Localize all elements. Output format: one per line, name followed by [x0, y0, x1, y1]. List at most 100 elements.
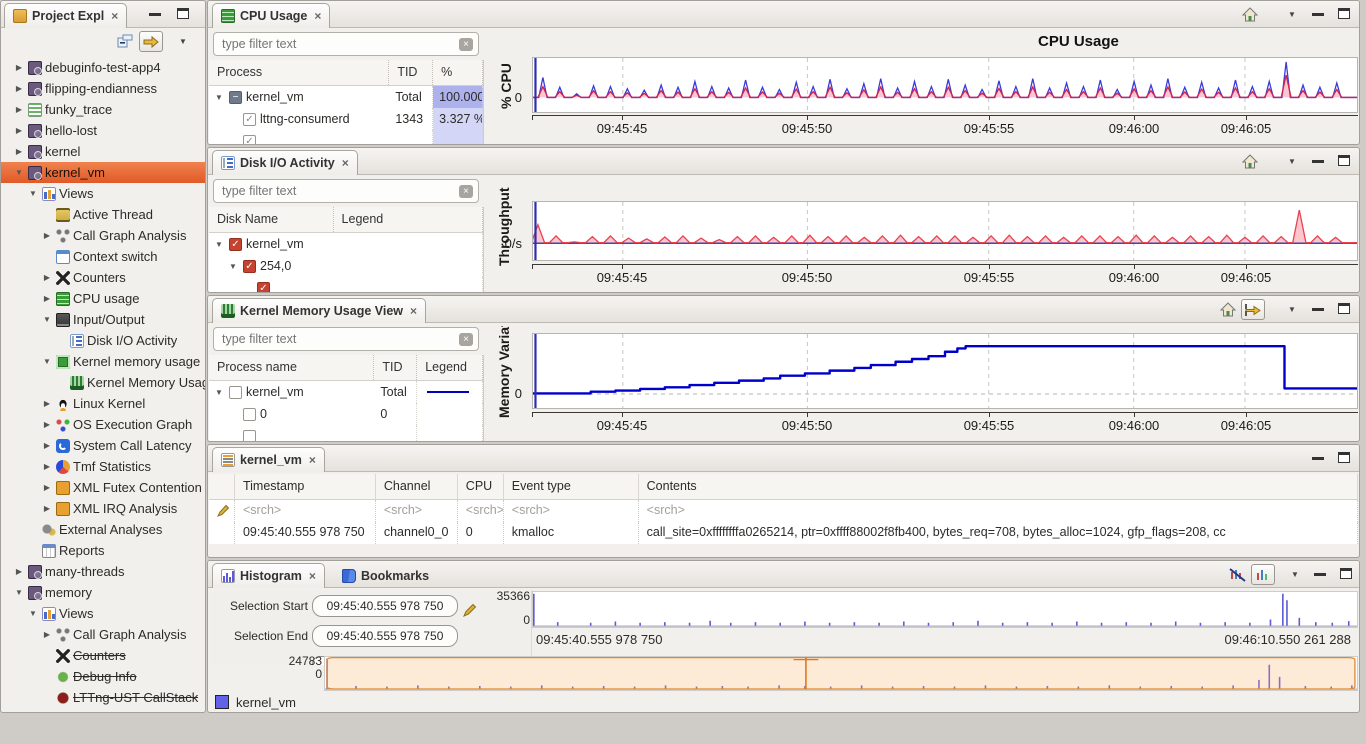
- align-views-icon[interactable]: [1241, 299, 1265, 320]
- maximize-icon[interactable]: [1338, 452, 1350, 463]
- checkbox[interactable]: ✓: [243, 113, 256, 126]
- cpu-usage-chart[interactable]: [532, 57, 1358, 113]
- expander-icon[interactable]: ▼: [13, 588, 25, 597]
- column-header-channel[interactable]: Channel: [376, 474, 458, 499]
- tree-item-active-thread[interactable]: Active Thread: [1, 204, 205, 225]
- events-data-row[interactable]: 09:45:40.555 978 750channel0_00kmallocca…: [209, 522, 1358, 544]
- close-icon[interactable]: ×: [111, 9, 118, 23]
- checkbox[interactable]: ✓: [257, 282, 270, 293]
- expander-icon[interactable]: ▼: [213, 388, 225, 397]
- table-row[interactable]: ▼✓254,0: [209, 255, 483, 277]
- expander-icon[interactable]: ▶: [41, 420, 53, 429]
- column-header-item[interactable]: [209, 474, 235, 499]
- tree-item-item[interactable]: [1, 708, 205, 712]
- selection-start-input[interactable]: 09:45:40.555 978 750: [312, 595, 458, 617]
- tab-bookmarks[interactable]: Bookmarks: [334, 563, 437, 588]
- expander-icon[interactable]: ▶: [41, 504, 53, 513]
- link-with-editor-icon[interactable]: [139, 31, 163, 52]
- tab-disk-io[interactable]: Disk I/O Activity ×: [212, 150, 358, 175]
- expander-icon[interactable]: ▶: [41, 399, 53, 408]
- column-header-cpu[interactable]: CPU: [458, 474, 504, 499]
- checkbox[interactable]: ✓: [243, 135, 256, 145]
- checkbox[interactable]: −: [229, 91, 242, 104]
- tree-item-os-execution-graph[interactable]: ▶OS Execution Graph: [1, 414, 205, 435]
- reset-zoom-home-icon[interactable]: [1216, 299, 1240, 320]
- tree-item-xml-futex-contention[interactable]: ▶XML Futex Contention: [1, 477, 205, 498]
- minimize-icon[interactable]: [1312, 303, 1324, 311]
- full-range-histogram[interactable]: [324, 656, 1358, 691]
- tree-item-xml-irq-analysis[interactable]: ▶XML IRQ Analysis: [1, 498, 205, 519]
- table-row[interactable]: 00: [209, 403, 483, 425]
- maximize-icon[interactable]: [1338, 303, 1350, 314]
- minimize-icon[interactable]: [1312, 452, 1324, 460]
- maximize-icon[interactable]: [1338, 8, 1350, 19]
- tree-item-funky-trace[interactable]: ▶funky_trace: [1, 99, 205, 120]
- expander-icon[interactable]: ▼: [227, 262, 239, 271]
- column-header-legend[interactable]: Legend: [334, 207, 483, 232]
- tree-item-linux-kernel[interactable]: ▶Linux Kernel: [1, 393, 205, 414]
- tree-item-hello-lost[interactable]: ▶hello-lost: [1, 120, 205, 141]
- cpu-filter-input[interactable]: [220, 35, 450, 53]
- expander-icon[interactable]: ▼: [213, 240, 225, 249]
- close-icon[interactable]: ×: [309, 453, 316, 467]
- column-header-legend[interactable]: Legend: [417, 355, 483, 380]
- checkbox[interactable]: [243, 408, 256, 421]
- tree-item-external-analyses[interactable]: External Analyses: [1, 519, 205, 540]
- table-row[interactable]: ▼kernel_vmTotal: [209, 381, 483, 403]
- expander-icon[interactable]: ▶: [41, 483, 53, 492]
- checkbox[interactable]: [229, 386, 242, 399]
- tree-item-system-call-latency[interactable]: ▶System Call Latency: [1, 435, 205, 456]
- tree-item-counters[interactable]: ▶Counters: [1, 267, 205, 288]
- reset-zoom-home-icon[interactable]: [1238, 4, 1262, 25]
- column-header-tid[interactable]: TID: [374, 355, 417, 380]
- column-header-timestamp[interactable]: Timestamp: [235, 474, 376, 499]
- tree-item-context-switch[interactable]: Context switch: [1, 246, 205, 267]
- checkbox[interactable]: [243, 430, 256, 442]
- expander-icon[interactable]: ▼: [27, 609, 39, 618]
- minimize-icon[interactable]: [1312, 155, 1324, 163]
- column-header-process-name[interactable]: Process name: [209, 355, 374, 380]
- tree-item-flipping-endianness[interactable]: ▶flipping-endianness: [1, 78, 205, 99]
- tab-histogram[interactable]: Histogram ×: [212, 563, 325, 588]
- tree-item-views[interactable]: ▼Views: [1, 603, 205, 624]
- table-row[interactable]: ✓: [209, 130, 483, 144]
- expander-icon[interactable]: ▶: [13, 63, 25, 72]
- close-icon[interactable]: ×: [410, 304, 417, 318]
- tree-item-many-threads[interactable]: ▶many-threads: [1, 561, 205, 582]
- expander-icon[interactable]: ▶: [41, 294, 53, 303]
- checkbox[interactable]: ✓: [243, 260, 256, 273]
- expander-icon[interactable]: ▶: [41, 462, 53, 471]
- disk-filter-input[interactable]: [220, 182, 450, 200]
- tree-item-call-graph-analysis[interactable]: ▶Call Graph Analysis: [1, 225, 205, 246]
- minimize-icon[interactable]: [1312, 8, 1324, 16]
- view-menu-icon[interactable]: ▼: [1288, 10, 1296, 19]
- maximize-icon[interactable]: [1338, 155, 1350, 166]
- tree-item-disk-i-o-activity[interactable]: Disk I/O Activity: [1, 330, 205, 351]
- search-cell[interactable]: <srch>: [458, 500, 504, 522]
- search-cell[interactable]: <srch>: [504, 500, 639, 522]
- tab-kernel-memory[interactable]: Kernel Memory Usage View ×: [212, 298, 426, 323]
- expander-icon[interactable]: ▶: [13, 567, 25, 576]
- reset-zoom-home-icon[interactable]: [1238, 151, 1262, 172]
- maximize-icon[interactable]: [1340, 568, 1352, 579]
- disk-io-chart[interactable]: [532, 201, 1358, 261]
- events-search-row[interactable]: <srch><srch><srch><srch><srch>: [209, 500, 1358, 522]
- column-header-event-type[interactable]: Event type: [504, 474, 639, 499]
- close-icon[interactable]: ×: [342, 156, 349, 170]
- expander-icon[interactable]: ▼: [213, 93, 225, 102]
- tree-item-lttng-ust-callstack[interactable]: LTTng-UST CallStack: [1, 687, 205, 708]
- table-row[interactable]: ▼−kernel_vmTotal100.000: [209, 86, 483, 108]
- column-header-item[interactable]: %: [433, 60, 483, 85]
- hide-lost-events-icon[interactable]: [1226, 564, 1250, 585]
- view-menu-icon[interactable]: ▼: [1288, 305, 1296, 314]
- expander-icon[interactable]: ▶: [13, 147, 25, 156]
- column-header-disk-name[interactable]: Disk Name: [209, 207, 334, 232]
- checkbox[interactable]: ✓: [229, 238, 242, 251]
- tree-item-debug-info[interactable]: Debug Info: [1, 666, 205, 687]
- time-range-histogram[interactable]: [532, 591, 1358, 628]
- tab-cpu-usage[interactable]: CPU Usage ×: [212, 3, 330, 28]
- tree-item-tmf-statistics[interactable]: ▶Tmf Statistics: [1, 456, 205, 477]
- search-cell[interactable]: <srch>: [235, 500, 376, 522]
- clear-filter-icon[interactable]: ×: [459, 185, 473, 198]
- table-row[interactable]: ▼✓kernel_vm: [209, 233, 483, 255]
